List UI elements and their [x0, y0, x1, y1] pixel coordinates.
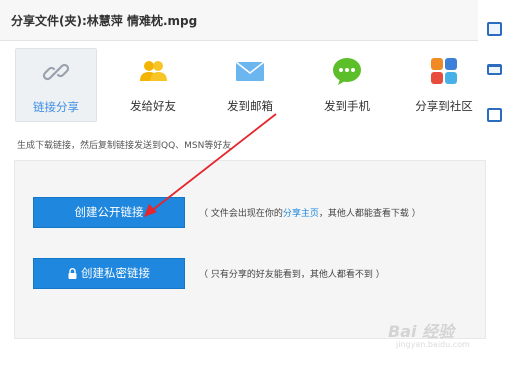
watermark-sub: jingyan.baidu.com [396, 340, 470, 349]
window-icon[interactable] [487, 64, 502, 75]
link-icon [42, 63, 70, 81]
lock-icon [68, 268, 77, 279]
tab-link-share[interactable]: 链接分享 [15, 48, 97, 122]
title-bar: 分享文件(夹):林慧萍 情难枕.mpg [0, 0, 478, 41]
create-private-link-button[interactable]: 创建私密链接 [33, 258, 185, 289]
tab-send-email[interactable]: 发到邮箱 [210, 48, 290, 120]
tab-label: 发给好友 [130, 99, 176, 113]
right-side-toolbar [478, 0, 507, 368]
tab-label: 链接分享 [33, 100, 79, 114]
tab-share-community[interactable]: 分享到社区 [404, 48, 484, 120]
window-icon[interactable] [487, 108, 502, 122]
baidu-jingyan-watermark: Bai 经验 jingyan.baidu.com [388, 318, 488, 358]
create-public-link-button[interactable]: 创建公开链接 [33, 197, 185, 228]
share-dialog: 分享文件(夹):林慧萍 情难枕.mpg 链接分享 发给好友 发到邮箱 发到手机 … [0, 0, 486, 368]
share-homepage-link[interactable]: 分享主页 [283, 209, 319, 219]
tab-send-friends[interactable]: 发给好友 [113, 48, 193, 120]
link-options-panel: 创建公开链接 （ 文件会出现在你的分享主页，其他人都能查看下载 ） 创建私密链接… [14, 160, 486, 339]
tab-label: 发到手机 [324, 99, 370, 113]
watermark-main: Bai 经验 [388, 322, 455, 341]
public-link-description: （ 文件会出现在你的分享主页，其他人都能查看下载 ） [199, 206, 421, 219]
share-tabs: 链接分享 发给好友 发到邮箱 发到手机 分享到社区 [0, 44, 478, 122]
friends-icon [140, 61, 167, 81]
tab-label: 发到邮箱 [227, 99, 273, 113]
hint-text: 生成下载链接，然后复制链接发送到QQ、MSN等好友 [17, 141, 232, 151]
tab-label: 分享到社区 [415, 99, 473, 113]
desc-prefix: （ 文件会出现在你的 [199, 209, 283, 219]
private-link-description: （ 只有分享的好友能看到，其他人都看不到 ） [199, 270, 385, 280]
dialog-title: 分享文件(夹):林慧萍 情难枕.mpg [11, 14, 198, 28]
window-icon[interactable] [487, 22, 502, 36]
mail-icon [235, 61, 265, 81]
chat-bubble-icon [333, 58, 361, 85]
button-label: 创建公开链接 [74, 205, 144, 219]
community-apps-icon [431, 58, 457, 84]
desc-suffix: ，其他人都能查看下载 ） [318, 209, 421, 219]
tab-send-phone[interactable]: 发到手机 [307, 48, 387, 120]
button-label: 创建私密链接 [81, 266, 150, 280]
